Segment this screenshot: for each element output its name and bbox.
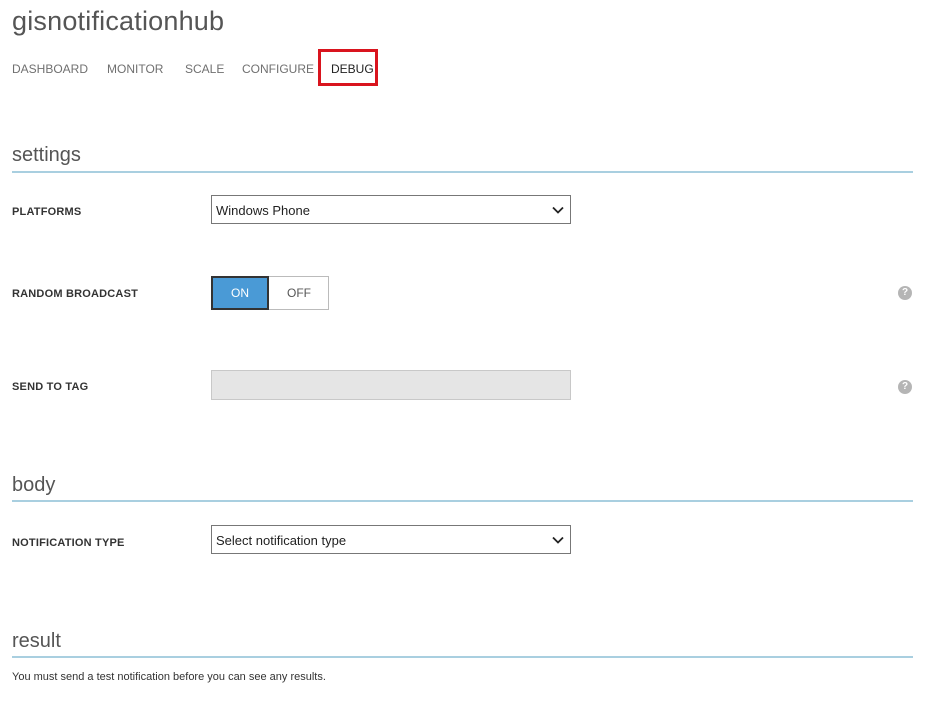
random-broadcast-off-button[interactable]: OFF — [270, 277, 328, 309]
tab-dashboard[interactable]: DASHBOARD — [12, 62, 88, 76]
settings-heading: settings — [12, 144, 81, 166]
random-broadcast-label: RANDOM BROADCAST — [12, 288, 139, 300]
result-divider — [12, 656, 913, 658]
random-broadcast-help-icon[interactable]: ? — [898, 286, 912, 300]
body-heading: body — [12, 474, 56, 496]
settings-divider — [12, 171, 913, 173]
random-broadcast-toggle: ON OFF — [211, 276, 329, 310]
platforms-select-value: Windows Phone — [216, 203, 310, 218]
page-title: gisnotificationhub — [12, 6, 225, 36]
body-divider — [12, 500, 913, 502]
tab-monitor[interactable]: MONITOR — [107, 62, 163, 76]
notification-type-label: NOTIFICATION TYPE — [12, 537, 125, 549]
tab-configure[interactable]: CONFIGURE — [242, 62, 314, 76]
tab-scale[interactable]: SCALE — [185, 62, 224, 76]
platforms-label: PLATFORMS — [12, 206, 82, 218]
chevron-down-icon — [552, 206, 564, 214]
send-to-tag-input[interactable] — [211, 370, 571, 400]
random-broadcast-on-button[interactable]: ON — [211, 276, 269, 310]
send-to-tag-help-icon[interactable]: ? — [898, 380, 912, 394]
notification-type-select[interactable]: Select notification type — [211, 525, 571, 554]
result-message: You must send a test notification before… — [12, 671, 326, 683]
chevron-down-icon — [552, 536, 564, 544]
platforms-select[interactable]: Windows Phone — [211, 195, 571, 224]
result-heading: result — [12, 630, 61, 652]
notification-type-select-value: Select notification type — [216, 533, 347, 548]
send-to-tag-label: SEND TO TAG — [12, 381, 89, 393]
debug-tab-highlight-box — [318, 49, 378, 86]
